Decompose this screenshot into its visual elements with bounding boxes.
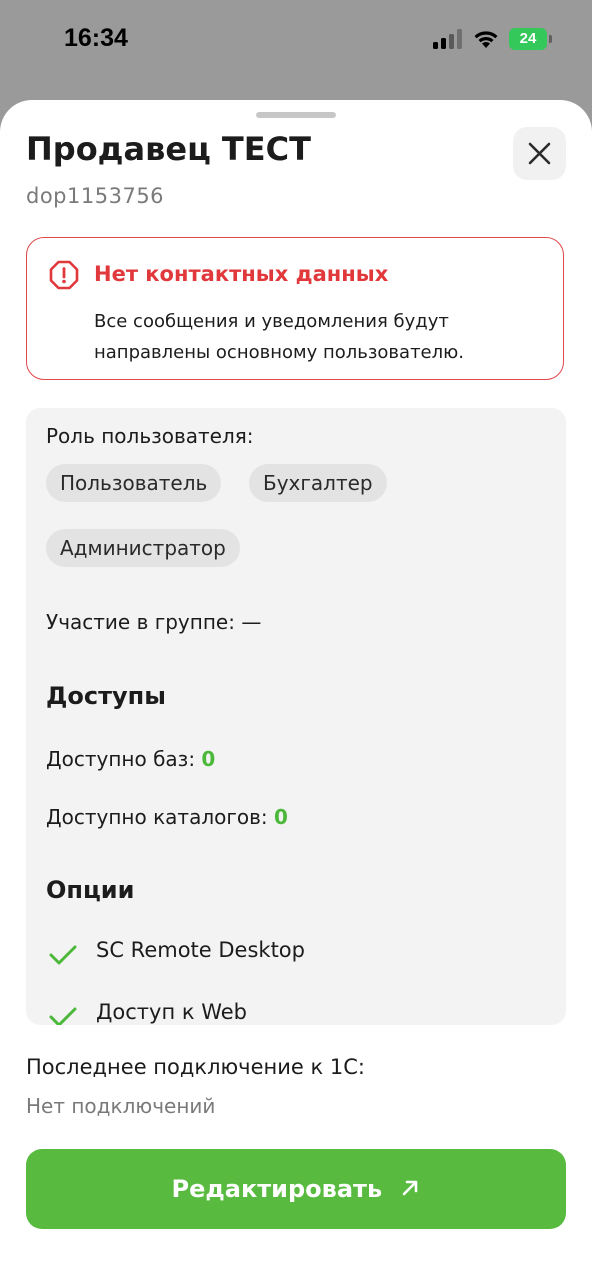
edit-button-label: Редактировать — [171, 1175, 383, 1203]
check-icon — [49, 1007, 77, 1025]
role-chip-user: Пользователь — [46, 464, 222, 502]
group-label: Участие в группе: — [46, 610, 235, 634]
option-label: Доступ к Web — [96, 1000, 248, 1024]
alert-text: Все сообщения и уведомления будут направ… — [94, 311, 465, 363]
bases-label: Доступно баз: — [46, 747, 196, 771]
status-time: 16:34 — [64, 24, 128, 52]
user-login: dop1153756 — [26, 184, 165, 208]
role-chip-accountant: Бухгалтер — [249, 464, 387, 502]
option-label: SC Remote Desktop — [96, 938, 305, 962]
last-connection-value: Нет подключений — [26, 1094, 216, 1118]
page-title: Продавец ТЕСТ — [26, 130, 311, 168]
catalogs-row: Доступно каталогов: 0 — [46, 805, 288, 829]
arrow-up-right-icon — [403, 1180, 418, 1196]
options-section-title: Опции — [46, 876, 135, 904]
bases-row: Доступно баз: 0 — [46, 747, 215, 771]
check-icon — [49, 945, 77, 965]
role-label: Роль пользователя: — [46, 424, 254, 448]
cellular-signal-icon — [433, 29, 462, 49]
catalogs-value: 0 — [273, 805, 288, 829]
alert-title: Нет контактных данных — [94, 262, 389, 286]
warning-icon — [49, 260, 79, 290]
sheet-grabber[interactable] — [256, 112, 336, 118]
group-row: Участие в группе: — — [46, 610, 261, 634]
battery-icon: 24 — [509, 28, 553, 50]
wifi-icon — [474, 31, 498, 48]
user-info-card[interactable]: Роль пользователя: Пользователь Бухгалте… — [26, 408, 566, 1025]
role-chip-admin: Администратор — [46, 529, 240, 567]
edit-button[interactable]: Редактировать — [26, 1149, 566, 1229]
group-value: — — [241, 610, 262, 634]
last-connection-label: Последнее подключение к 1С: — [26, 1055, 365, 1079]
battery-cap — [549, 35, 552, 43]
catalogs-label: Доступно каталогов: — [46, 805, 268, 829]
access-section-title: Доступы — [46, 682, 166, 710]
user-details-sheet: Продавец ТЕСТ dop1153756 Нет контактных … — [0, 100, 592, 1280]
close-icon — [528, 142, 551, 165]
battery-level: 24 — [509, 28, 547, 50]
no-contacts-alert: Нет контактных данных Все сообщения и ув… — [26, 237, 564, 380]
close-button[interactable] — [513, 127, 566, 180]
status-bar: 16:34 24 — [0, 0, 592, 80]
bases-value: 0 — [201, 747, 216, 771]
